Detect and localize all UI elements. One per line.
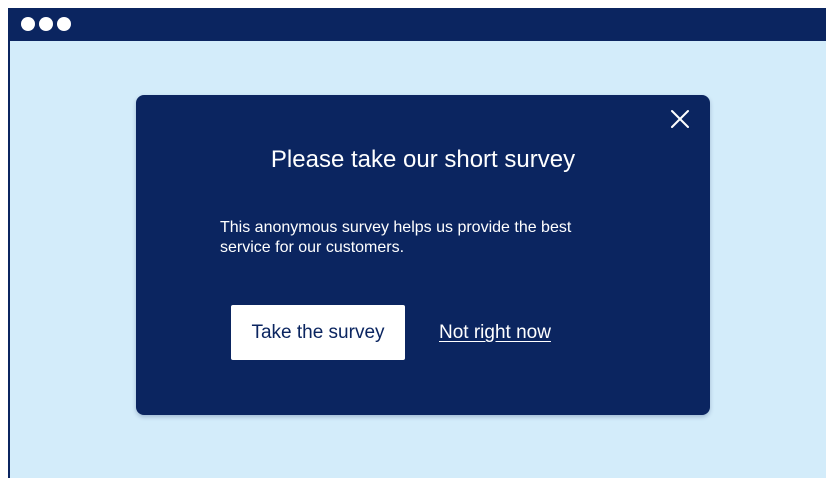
window-dot-icon[interactable] <box>57 17 71 31</box>
window-titlebar <box>10 8 826 41</box>
not-right-now-link[interactable]: Not right now <box>439 321 551 345</box>
close-button[interactable] <box>667 106 693 132</box>
modal-description: This anonymous survey helps us provide t… <box>220 219 572 256</box>
window-dot-icon[interactable] <box>21 17 35 31</box>
modal-title: Please take our short survey <box>270 146 576 173</box>
take-survey-button[interactable]: Take the survey <box>231 305 405 360</box>
close-icon <box>671 110 689 128</box>
survey-modal: Please take our short survey This anonym… <box>136 95 710 415</box>
window-dot-icon[interactable] <box>39 17 53 31</box>
